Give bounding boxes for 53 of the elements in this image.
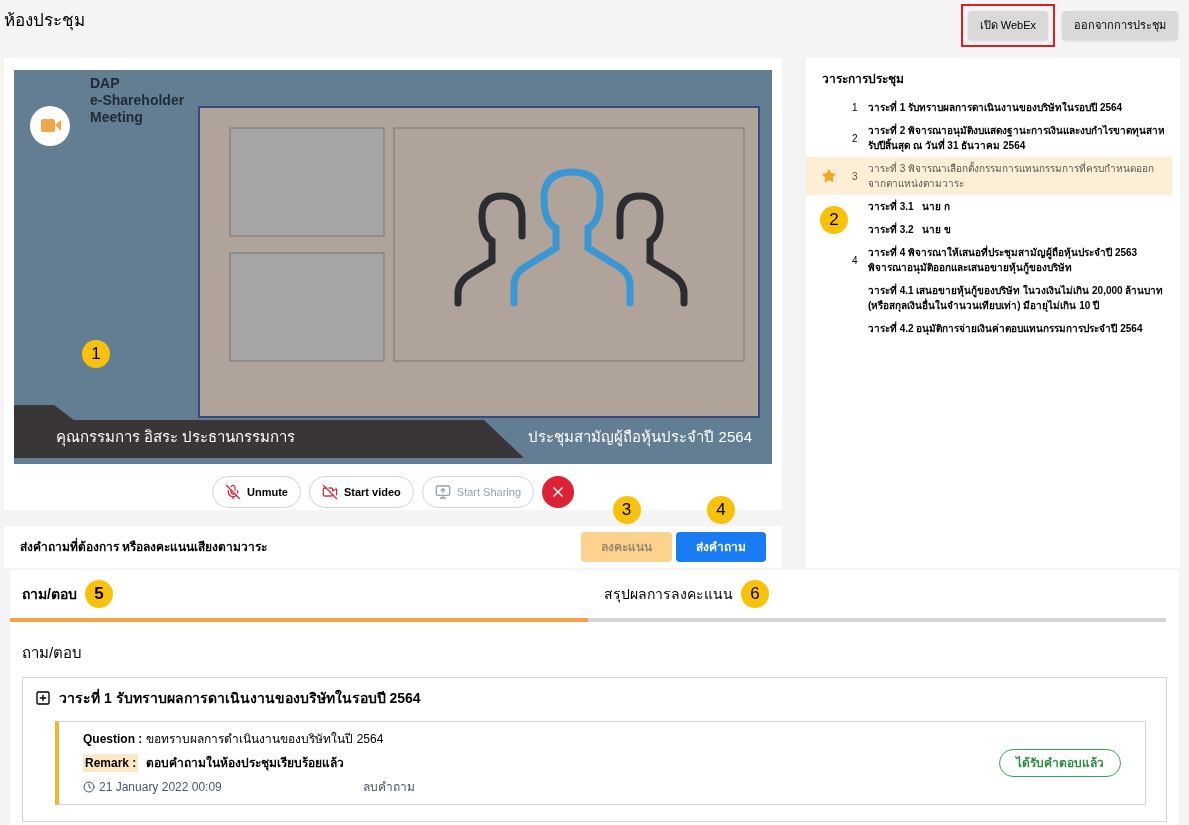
delete-link[interactable]: ลบคำถาม (363, 777, 415, 796)
question-label: Question : (83, 730, 143, 748)
agenda-item[interactable]: วาระที่ 4.1 เสนอขายหุ้นกู้ของบริษัท ในวงเงินไม่เกิน 20,000 ล้านบาท (หรือสกุลเงินอื่นในจำนวนเทียบเท่า) มีอายุไม่เกิน 10 ปี (852, 279, 1172, 317)
caption-text: ประชุมสามัญผู้ถือหุ้นประจำปี 2564 (528, 427, 752, 449)
agenda-item[interactable]: วาระที่ 4.2 อนุมัติการจ่ายเงินค่าตอบแทนกรรมการประจำปี 2564 (852, 317, 1172, 340)
remark-label: Remark : (83, 753, 139, 772)
callout-marker: 4 (707, 496, 735, 525)
callout-marker: 6 (741, 580, 769, 608)
agenda-item[interactable]: วาระที่ 3.2 นาย ข (852, 218, 1172, 241)
agenda-item[interactable]: 2 วาระที่ 2 พิจารณาอนุมัติงบแสดงฐานะการเงินและงบกำไรขาดทุนสาหรับปีสิ้นสุด ณ วันที่ 31 ธันวาคม 2564 (852, 119, 1172, 157)
agenda-text: วาระที่ 3 พิจารณาเลือกตั้งกรรมการแทนกรรมการที่ครบกำหนดออกจากตาแหน่งตามวาระ (868, 161, 1156, 191)
end-call-button[interactable] (542, 476, 574, 508)
agenda-number: 2 (852, 132, 858, 144)
agenda-number: 3 (852, 170, 858, 182)
question-time: 21 January 2022 00:09 (99, 778, 223, 796)
qa-heading: ถาม/ตอบ (21, 643, 84, 663)
action-button[interactable]: ส่งคำถาม (676, 532, 766, 563)
page-title: ห้องประชุม (4, 10, 85, 33)
agenda-number: 1 (852, 102, 858, 113)
question-text: ขอทราบผลการดำเนินงานของบริษัทในปี 2564 (146, 730, 384, 748)
mic-off-icon (225, 484, 241, 500)
clock-icon (83, 780, 95, 793)
agenda-item[interactable]: 4 วาระที่ 4 พิจารณาให้เสนอที่ประชุมสามัญผู้ถือหุ้นประจำปี 2563 พิจารณาอนุมัติออกและเสนอขายหุ้นกู้ของบริษัท (852, 241, 1172, 279)
agenda-text: วาระที่ 3.1 นาย ก (868, 199, 951, 214)
logo-text: e-Shareholder (90, 92, 185, 109)
header-button[interactable]: เปิด WebEx (967, 11, 1048, 40)
callout-marker: 5 (84, 580, 113, 608)
agenda-item[interactable]: วาระที่ 3.1 นาย ก (852, 195, 1172, 218)
agenda-text: วาระที่ 1 รับทราบผลการดาเนินงานของบริษัทในรอบปี 2564 (868, 100, 1124, 115)
tab[interactable]: ถาม/ตอบ 5 (10, 570, 588, 622)
agenda-number: 4 (852, 254, 858, 266)
tab[interactable]: สรุปผลการลงคะแนน 6 (588, 570, 1166, 622)
callout-marker: 2 (820, 206, 848, 234)
logo-text: Meeting (90, 109, 144, 126)
agenda-text: วาระที่ 2 พิจารณาอนุมัติงบแสดงฐานะการเงินและงบกำไรขาดทุนสาหรับปีสิ้นสุด ณ วันที่ 31 ธันวาคม 2564 (868, 123, 1167, 153)
share-screen-icon (434, 484, 451, 500)
agenda-text: วาระที่ 3.2 นาย ข (868, 222, 952, 237)
agenda-title: วาระการประชุม (822, 71, 905, 88)
agenda-text: วาระที่ 4.1 เสนอขายหุ้นกู้ของบริษัท ในวงเงินไม่เกิน 20,000 ล้านบาท (หรือสกุลเงินอื่นในจำนวนเทียบเท่า) มีอายุไม่เกิน 10 ปี (868, 283, 1165, 313)
remark-text: ตอบคำถามในห้องประชุมเรียบร้อยแล้ว (146, 754, 345, 772)
agenda-text: วาระที่ 4.2 อนุมัติการจ่ายเงินค่าตอบแทนกรรมการประจำปี 2564 (868, 321, 1144, 336)
star-icon (822, 169, 836, 183)
expand-icon[interactable] (35, 690, 51, 706)
caption-text: คุณกรรมการ อิสระ ประธานกรรมการ (56, 427, 296, 449)
video-off-icon (321, 484, 338, 500)
agenda-item[interactable]: 1 วาระที่ 1 รับทราบผลการดาเนินงานของบริษัทในรอบปี 2564 (852, 96, 1172, 119)
group-title: วาระที่ 1 รับทราบผลการดาเนินงานของบริษัทในรอบปี 2564 (59, 687, 421, 708)
callout-marker: 3 (612, 496, 641, 525)
action-bar-text: ส่งคำถามที่ต้องการ หรือลงคะแนนเสียงตามวาระ (20, 538, 268, 557)
header-button[interactable]: ออกจากการประชุม (1062, 11, 1178, 40)
agenda-item[interactable]: 3 วาระที่ 3 พิจารณาเลือกตั้งกรรมการแทนกรรมการที่ครบกำหนดออกจากตาแหน่งตามวาระ (806, 157, 1172, 195)
agenda-text: วาระที่ 4 พิจารณาให้เสนอที่ประชุมสามัญผู้ถือหุ้นประจำปี 2563 พิจารณาอนุมัติออกและเสนอขายหุ้นกู้ของบริษัท (868, 245, 1139, 275)
logo-text: DAP (90, 75, 121, 92)
